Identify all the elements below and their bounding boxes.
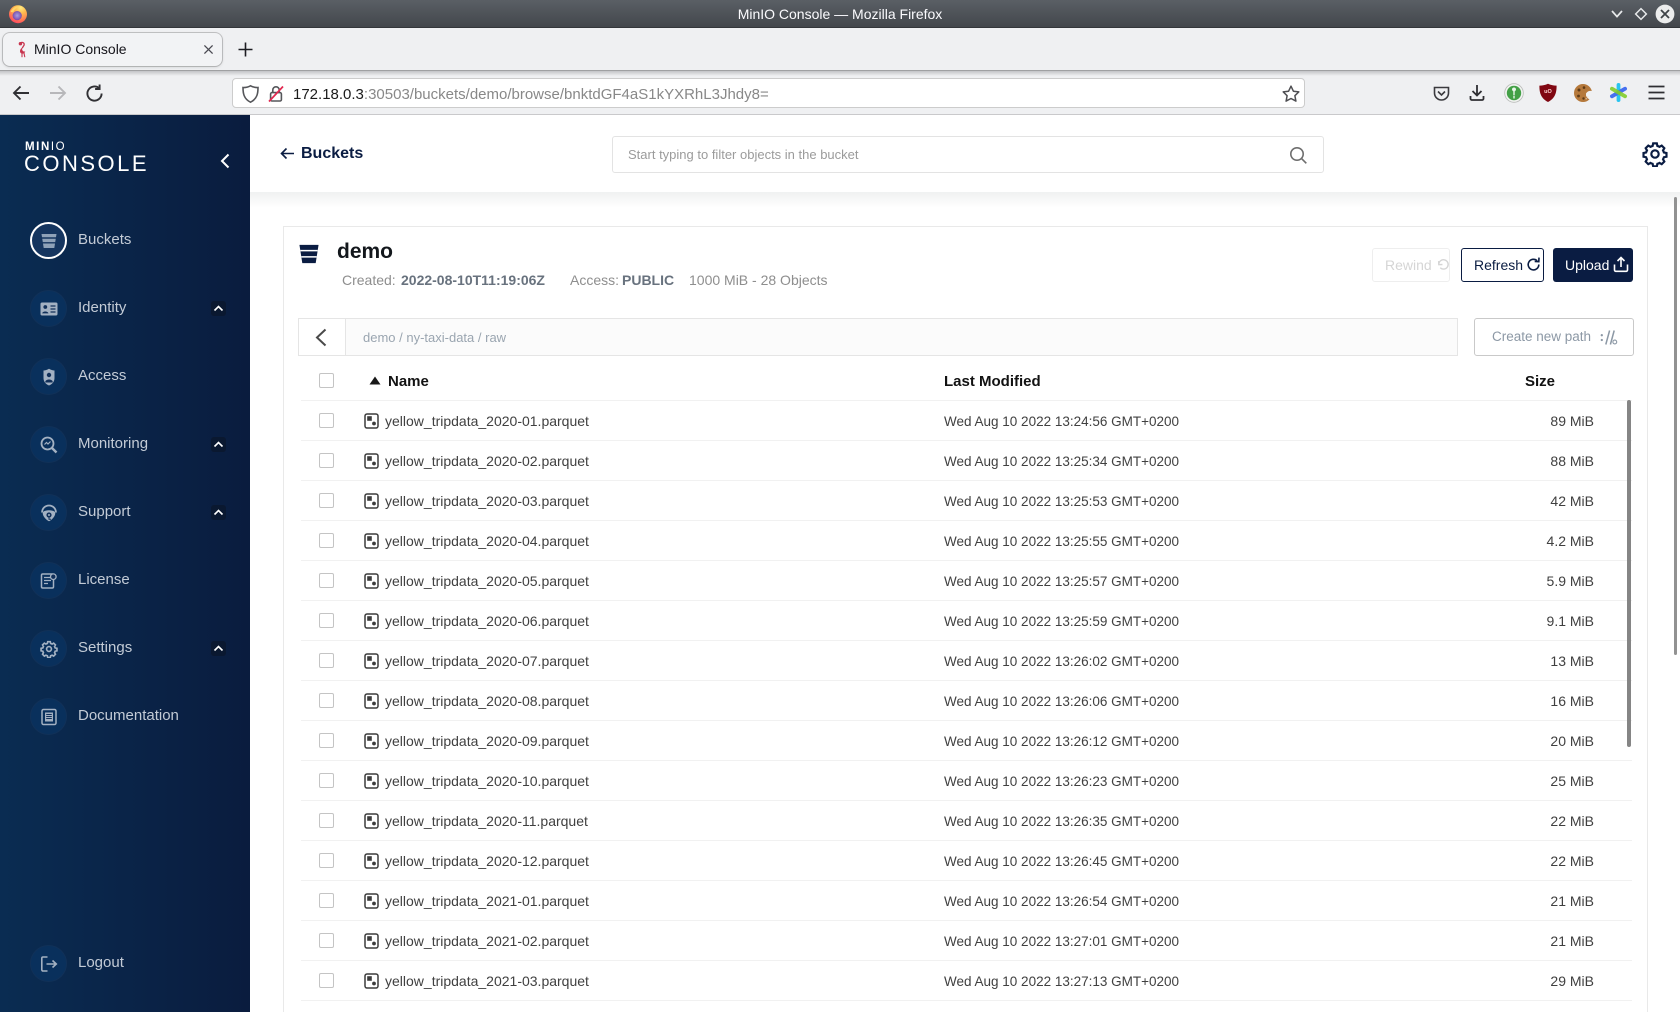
svg-text:uO: uO <box>1544 89 1552 95</box>
